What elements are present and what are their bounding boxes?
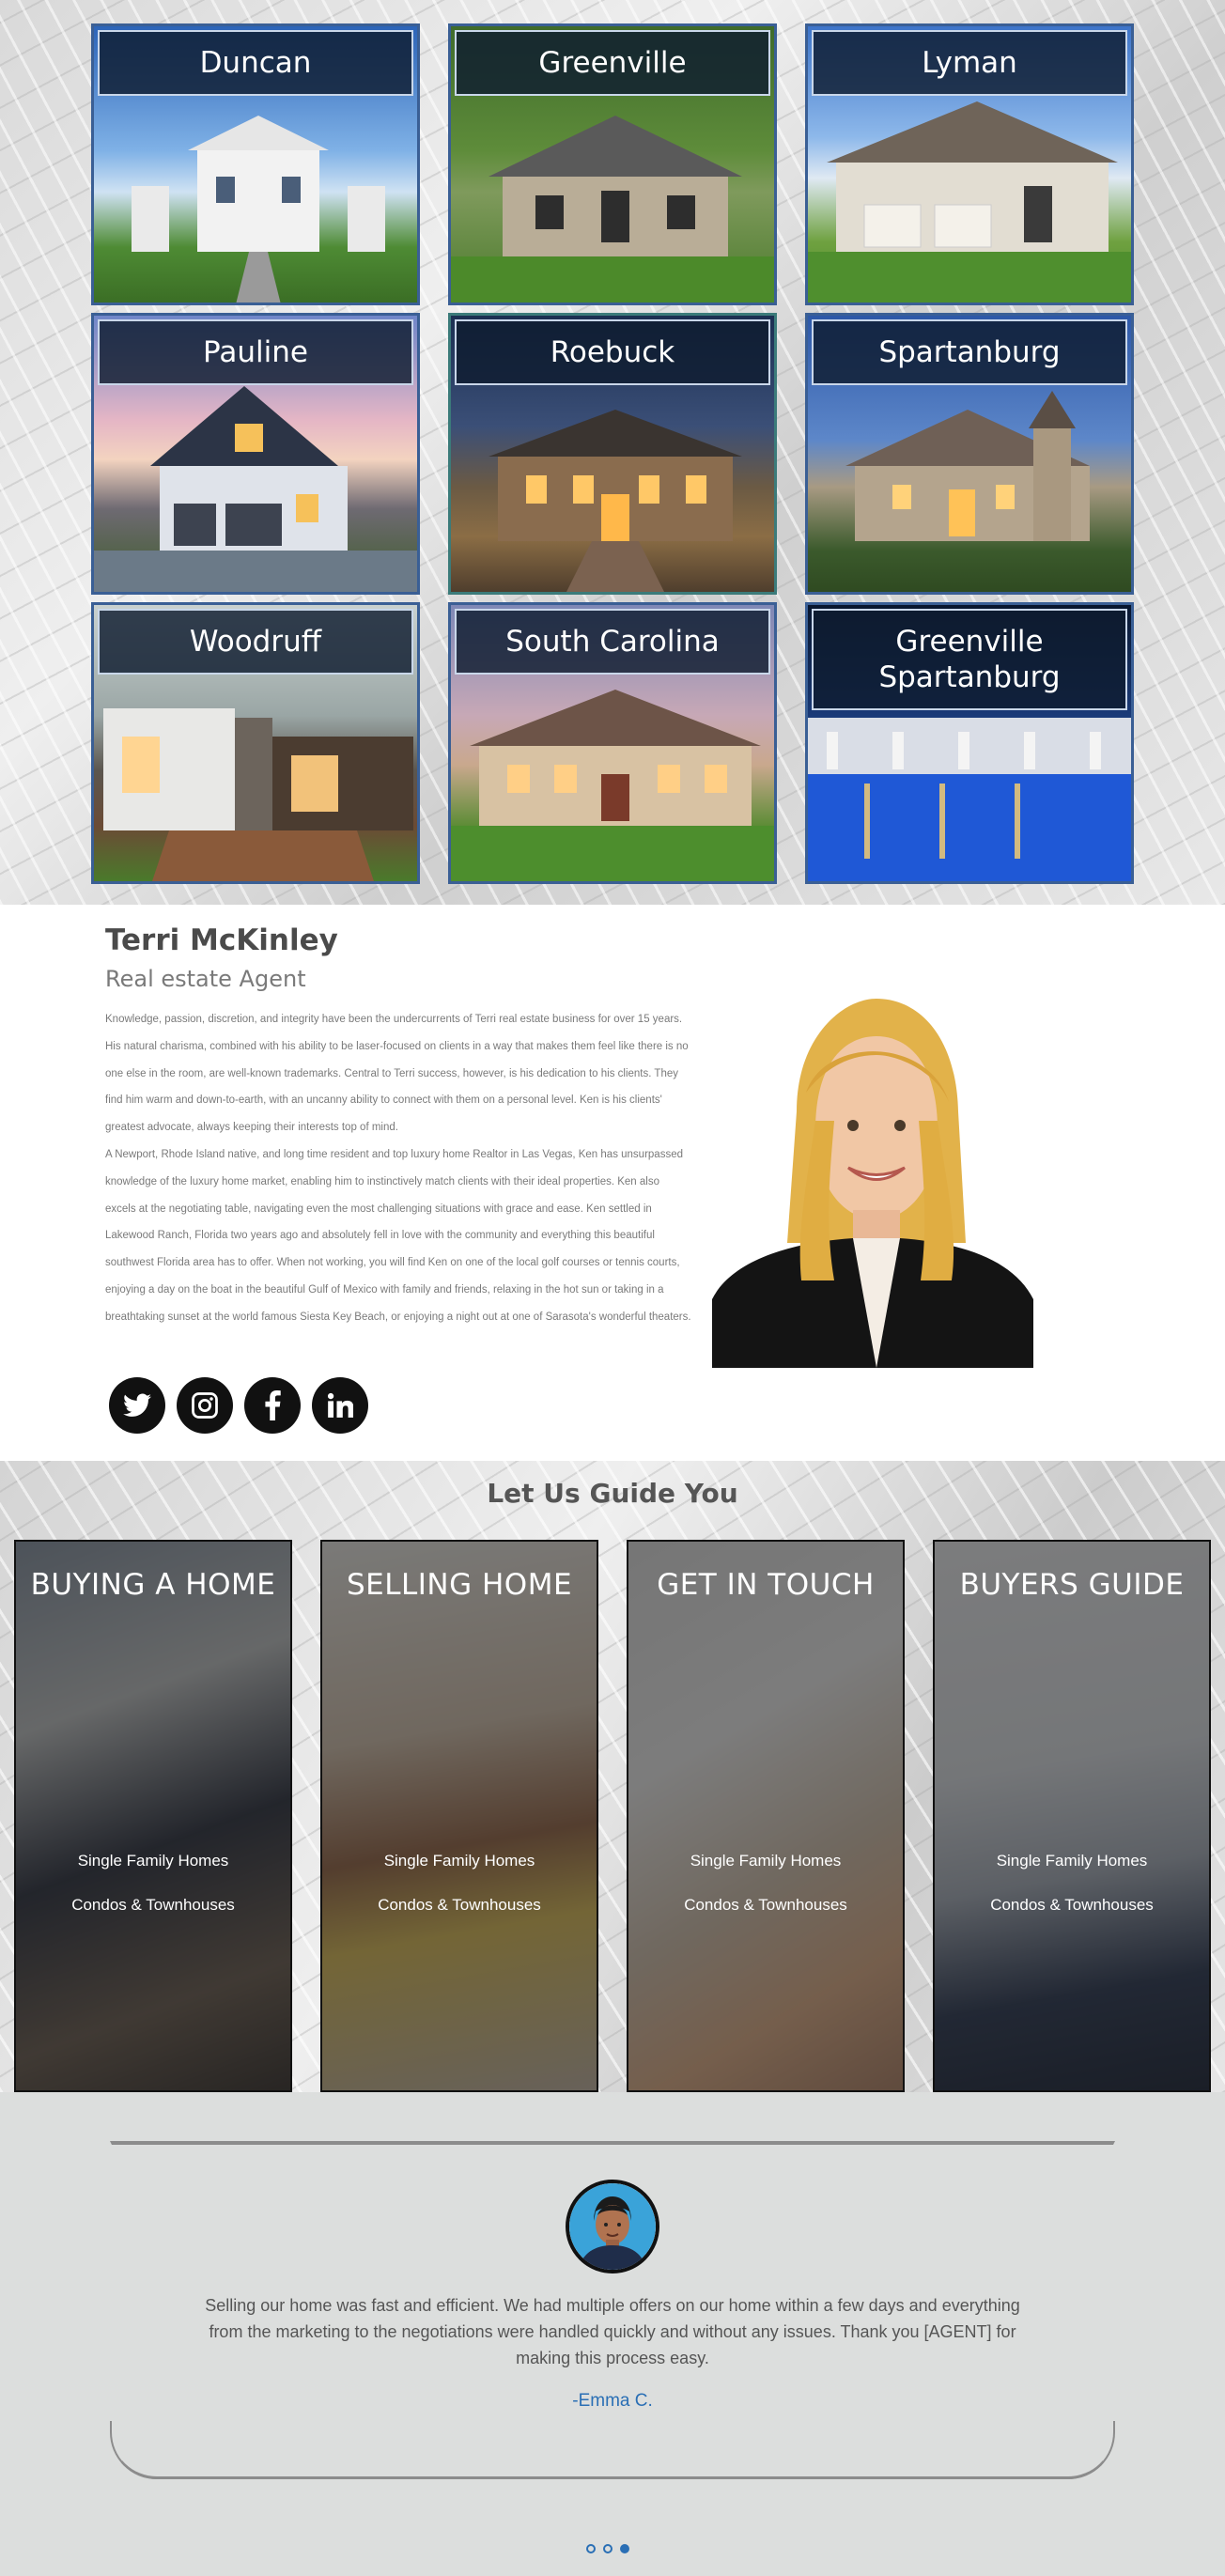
- instagram-link[interactable]: [177, 1377, 233, 1434]
- facebook-icon: [265, 1390, 281, 1420]
- city-card-greenville[interactable]: Greenville: [448, 23, 777, 305]
- city-grid-section: Duncan Greenville Lyman Pauline Roebuck …: [0, 0, 1225, 905]
- city-label: Roebuck: [455, 319, 770, 385]
- guide-card-heading: SELLING HOME: [346, 1568, 573, 1602]
- agent-name: Terri McKinley: [105, 923, 338, 957]
- city-label: Duncan: [98, 30, 413, 96]
- agent-bio-paragraph: A Newport, Rhode Island native, and long…: [105, 1148, 691, 1323]
- agent-section: Terri McKinley Real estate Agent Knowled…: [0, 905, 1225, 1461]
- facebook-link[interactable]: [244, 1377, 301, 1434]
- guide-card-buying[interactable]: BUYING A HOME Single Family Homes Condos…: [14, 1540, 292, 2092]
- city-card-lyman[interactable]: Lyman: [805, 23, 1134, 305]
- guide-link-single-family[interactable]: Single Family Homes: [322, 1852, 597, 1870]
- city-label: South Carolina: [455, 609, 770, 675]
- city-card-roebuck[interactable]: Roebuck: [448, 313, 777, 595]
- agent-role: Real estate Agent: [105, 966, 306, 992]
- guide-card-heading: GET IN TOUCH: [657, 1568, 875, 1602]
- guide-card-buyers-guide[interactable]: BUYERS GUIDE Single Family Homes Condos …: [933, 1540, 1211, 2092]
- guide-section: Let Us Guide You BUYING A HOME Single Fa…: [0, 1461, 1225, 2092]
- testimonial-author: -Emma C.: [572, 2391, 653, 2411]
- city-label: Lyman: [812, 30, 1127, 96]
- guide-title: Let Us Guide You: [487, 1478, 738, 1509]
- testimonial-avatar: [566, 2180, 659, 2273]
- slide-dot-1[interactable]: [586, 2544, 596, 2553]
- guide-card-selling[interactable]: SELLING HOME Single Family Homes Condos …: [320, 1540, 598, 2092]
- testimonial-pagination: [586, 2544, 629, 2553]
- guide-link-condos[interactable]: Condos & Townhouses: [16, 1896, 290, 1915]
- social-links: [109, 1377, 368, 1434]
- city-card-woodruff[interactable]: Woodruff: [91, 602, 420, 884]
- guide-link-condos[interactable]: Condos & Townhouses: [935, 1896, 1209, 1915]
- guide-link-single-family[interactable]: Single Family Homes: [16, 1852, 290, 1870]
- agent-bio: Knowledge, passion, discretion, and inte…: [105, 1006, 692, 1331]
- guide-card-heading: BUYING A HOME: [30, 1568, 276, 1602]
- testimonial-text: Selling our home was fast and efficient.…: [205, 2296, 1020, 2367]
- guide-link-single-family[interactable]: Single Family Homes: [935, 1852, 1209, 1870]
- city-card-spartanburg[interactable]: Spartanburg: [805, 313, 1134, 595]
- city-card-greenville-spartanburg[interactable]: Greenville Spartanburg: [805, 602, 1134, 884]
- slide-dot-2[interactable]: [603, 2544, 612, 2553]
- linkedin-link[interactable]: [312, 1377, 368, 1434]
- linkedin-icon: [328, 1392, 353, 1418]
- guide-link-condos[interactable]: Condos & Townhouses: [628, 1896, 903, 1915]
- city-card-duncan[interactable]: Duncan: [91, 23, 420, 305]
- city-label: Pauline: [98, 319, 413, 385]
- slide-dot-3[interactable]: [620, 2544, 629, 2553]
- city-label: Greenville Spartanburg: [812, 609, 1127, 710]
- guide-link-single-family[interactable]: Single Family Homes: [628, 1852, 903, 1870]
- guide-link-condos[interactable]: Condos & Townhouses: [322, 1896, 597, 1915]
- agent-bio-paragraph: Knowledge, passion, discretion, and inte…: [105, 1014, 689, 1134]
- guide-card-heading: BUYERS GUIDE: [959, 1568, 1185, 1602]
- city-label: Spartanburg: [812, 319, 1127, 385]
- guide-card-get-in-touch[interactable]: GET IN TOUCH Single Family Homes Condos …: [627, 1540, 905, 2092]
- city-label: Greenville: [455, 30, 770, 96]
- city-card-south-carolina[interactable]: South Carolina: [448, 602, 777, 884]
- agent-photo: [712, 999, 1033, 1368]
- twitter-link[interactable]: [109, 1377, 165, 1434]
- city-card-pauline[interactable]: Pauline: [91, 313, 420, 595]
- city-label: Woodruff: [98, 609, 413, 675]
- twitter-icon: [123, 1393, 151, 1417]
- instagram-icon: [192, 1392, 218, 1419]
